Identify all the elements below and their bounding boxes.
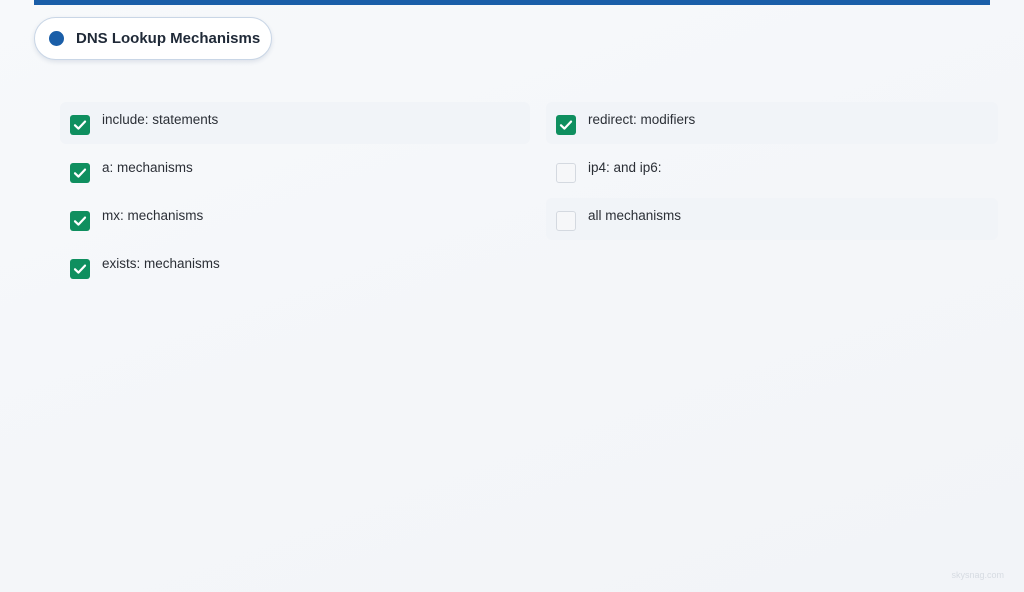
mechanism-label: mx: mechanisms: [102, 208, 204, 223]
mechanism-label: include: statements: [102, 112, 219, 127]
mechanism-item-redirect[interactable]: redirect: modifiers: [546, 102, 998, 144]
top-accent-bar: [34, 0, 990, 5]
checkbox-checked-icon[interactable]: [70, 163, 90, 183]
checkbox-unchecked-icon[interactable]: [556, 163, 576, 183]
checkbox-checked-icon[interactable]: [556, 115, 576, 135]
checkbox-checked-icon[interactable]: [70, 259, 90, 279]
mechanism-label: all mechanisms: [588, 208, 682, 223]
checkbox-unchecked-icon[interactable]: [556, 211, 576, 231]
mechanism-label: exists: mechanisms: [102, 256, 220, 271]
bullet-dot-icon: [49, 31, 64, 46]
mechanism-label: redirect: modifiers: [588, 112, 696, 127]
mechanism-label: a: mechanisms: [102, 160, 193, 175]
mechanism-item-mx[interactable]: mx: mechanisms: [60, 198, 530, 240]
mechanism-item-exists[interactable]: exists: mechanisms: [60, 246, 530, 288]
checkbox-checked-icon[interactable]: [70, 211, 90, 231]
mechanism-item-a[interactable]: a: mechanisms: [60, 150, 530, 192]
mechanism-item-all[interactable]: all mechanisms: [546, 198, 998, 240]
section-title: DNS Lookup Mechanisms: [76, 30, 261, 47]
section-header-pill: DNS Lookup Mechanisms: [34, 17, 272, 60]
mechanism-label: ip4: and ip6:: [588, 160, 662, 175]
mechanism-item-include[interactable]: include: statements: [60, 102, 530, 144]
checkbox-checked-icon[interactable]: [70, 115, 90, 135]
mechanism-item-ip4-ip6[interactable]: ip4: and ip6:: [546, 150, 998, 192]
watermark-text: skysnag.com: [951, 570, 1004, 580]
